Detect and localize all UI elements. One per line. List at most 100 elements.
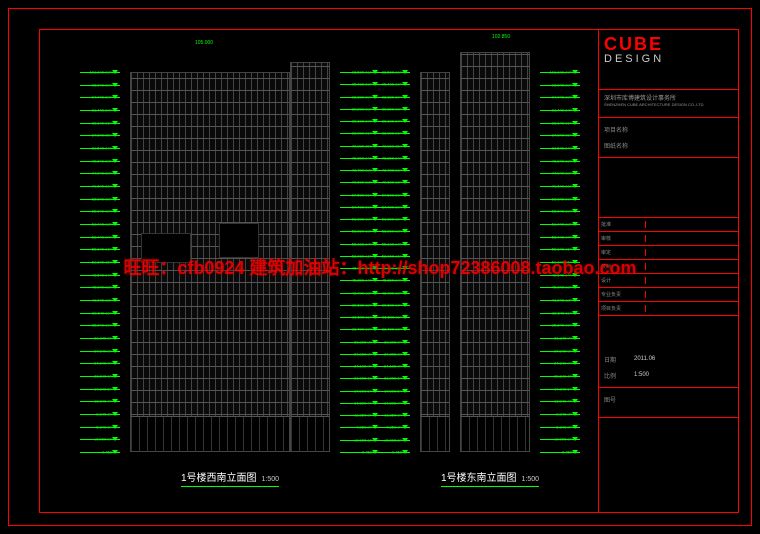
level-marker: 81.540 24F	[92, 146, 112, 151]
level-marker: 42.700 13F	[382, 290, 402, 295]
level-marker: 35.340 10F	[552, 323, 572, 328]
approval-row: 项目负责	[599, 302, 738, 316]
level-marker: 68.340 20F	[92, 196, 112, 201]
level-marker: 70.600 22F	[382, 180, 402, 185]
level-marker: 17.340 5F	[554, 386, 572, 391]
level-marker: 9.840 3F	[556, 412, 572, 417]
level-marker: 51.840 15F	[552, 260, 572, 265]
level-marker: 61.740 18F	[552, 222, 572, 227]
building-se-narrow	[420, 72, 450, 452]
level-marker: 17.900 5F	[384, 388, 402, 393]
level-marker: 31.340 9F	[554, 336, 572, 341]
level-marker: 84.840 25F	[92, 133, 112, 138]
level-marker: 52.000 16F	[382, 253, 402, 258]
level-marker: 94.740 28F	[92, 95, 112, 100]
level-marker: 45.240 13F	[552, 285, 572, 290]
level-marker: 76.800 24F	[382, 155, 402, 160]
level-marker: 58.440 17F	[552, 234, 572, 239]
approval-row: 审定	[599, 246, 738, 260]
level-marker: 64.400 20F	[352, 204, 372, 209]
level-marker: 5.340 2F	[556, 424, 572, 429]
info-block: 日期2011.06 比例1:500	[599, 348, 738, 388]
level-marker: 71.640 21F	[92, 184, 112, 189]
level-marker: 33.400 10F	[382, 327, 402, 332]
level-marker: 58.200 18F	[382, 229, 402, 234]
level-marker: 55.140 16F	[552, 247, 572, 252]
level-marker: 20.840 6F	[554, 374, 572, 379]
level-marker: -0.450	[101, 450, 112, 455]
level-marker: 58.200 18F	[352, 229, 372, 234]
level-marker: 101.340 30F	[550, 70, 573, 75]
level-marker: 38.640 11F	[552, 310, 572, 315]
roof-elev-se: 102.850	[492, 34, 510, 40]
drawing-canvas[interactable]: 105.000 101.340 30F98.040 29F94.740 28F9…	[40, 30, 598, 512]
approval-row: 审核	[599, 232, 738, 246]
level-marker: 35.340 10F	[92, 323, 112, 328]
level-marker: 55.100 17F	[382, 241, 402, 246]
level-marker: ±0.000 1F	[94, 437, 112, 442]
level-marker: 36.500 11F	[382, 315, 402, 320]
level-marker: -0.450	[561, 450, 572, 455]
roof-elev-sw: 105.000	[195, 40, 213, 46]
level-marker: 42.700 13F	[352, 290, 372, 295]
level-marker: 68.340 20F	[552, 196, 572, 201]
approval-table: 批准审核审定校对设计专业负责项目负责	[599, 218, 738, 348]
level-marker: 73.700 23F	[352, 168, 372, 173]
level-marker: 81.540 24F	[552, 146, 572, 151]
paper-border-outer: 105.000 101.340 30F98.040 29F94.740 28F9…	[8, 8, 752, 526]
level-marker: 65.040 19F	[552, 209, 572, 214]
level-marker: 55.100 17F	[352, 241, 372, 246]
company-block: 深圳市库博建筑设计事务所 SHENZHEN CUBE ARCHITECTURE …	[599, 90, 738, 118]
level-marker: 70.600 22F	[352, 180, 372, 185]
elevation-se: 102.850 98.500 31F95.400 30F92.300 29F89…	[380, 52, 560, 452]
logo-block: CUBE DESIGN	[599, 30, 738, 90]
approval-row: 批准	[599, 218, 738, 232]
level-marker: ±0.000 1F	[384, 437, 402, 442]
level-marker: 95.400 30F	[382, 82, 402, 87]
level-marker: 41.940 12F	[552, 298, 572, 303]
level-marker: 89.200 28F	[382, 106, 402, 111]
level-marker: 83.000 26F	[382, 131, 402, 136]
level-marker: 41.940 12F	[92, 298, 112, 303]
level-marker: 33.400 10F	[352, 327, 372, 332]
level-marker: 76.800 24F	[352, 155, 372, 160]
level-marker: 27.840 8F	[94, 348, 112, 353]
level-marker: 13.840 4F	[94, 399, 112, 404]
levels-se-right: 101.340 30F98.040 29F94.740 28F91.440 27…	[540, 72, 580, 452]
level-marker: 67.500 21F	[352, 192, 372, 197]
logo-text-1: CUBE	[604, 35, 733, 53]
level-marker: 84.840 25F	[552, 133, 572, 138]
level-marker: 95.400 30F	[352, 82, 372, 87]
number-block: 图号	[599, 388, 738, 418]
level-marker: 45.800 14F	[352, 278, 372, 283]
level-marker: 45.240 13F	[92, 285, 112, 290]
elevation-sw: 105.000 101.340 30F98.040 29F94.740 28F9…	[90, 52, 330, 452]
level-marker: 9.840 3F	[96, 412, 112, 417]
level-marker: 5.340 2F	[96, 424, 112, 429]
level-marker: 73.700 23F	[382, 168, 402, 173]
level-marker: 79.900 25F	[382, 143, 402, 148]
project-block: 项目名称 图纸名称	[599, 118, 738, 158]
approval-row: 设计	[599, 274, 738, 288]
level-marker: 92.300 29F	[352, 94, 372, 99]
level-marker: 48.900 15F	[382, 266, 402, 271]
level-marker: 94.740 28F	[552, 95, 572, 100]
level-marker: 65.040 19F	[92, 209, 112, 214]
level-marker: 14.800 4F	[384, 400, 402, 405]
level-marker: 48.540 14F	[92, 272, 112, 277]
level-marker: 86.100 27F	[352, 119, 372, 124]
level-marker: 31.340 9F	[94, 336, 112, 341]
level-marker: 24.100 7F	[384, 364, 402, 369]
level-marker: 21.000 6F	[384, 376, 402, 381]
drawing-title-sw: 1号楼西南立面图1:500	[140, 469, 320, 487]
title-block: CUBE DESIGN 深圳市库博建筑设计事务所 SHENZHEN CUBE A…	[598, 30, 738, 512]
level-marker: 39.600 12F	[352, 302, 372, 307]
level-marker: 7.250 2F	[386, 425, 402, 430]
levels-sw-left: 101.340 30F98.040 29F94.740 28F91.440 27…	[80, 72, 120, 452]
level-marker: 45.800 14F	[382, 278, 402, 283]
level-marker: 51.840 15F	[92, 260, 112, 265]
level-marker: 48.540 14F	[552, 272, 572, 277]
level-marker: -0.450	[391, 450, 402, 455]
level-marker: 88.140 26F	[552, 120, 572, 125]
level-marker: 91.440 27F	[552, 108, 572, 113]
